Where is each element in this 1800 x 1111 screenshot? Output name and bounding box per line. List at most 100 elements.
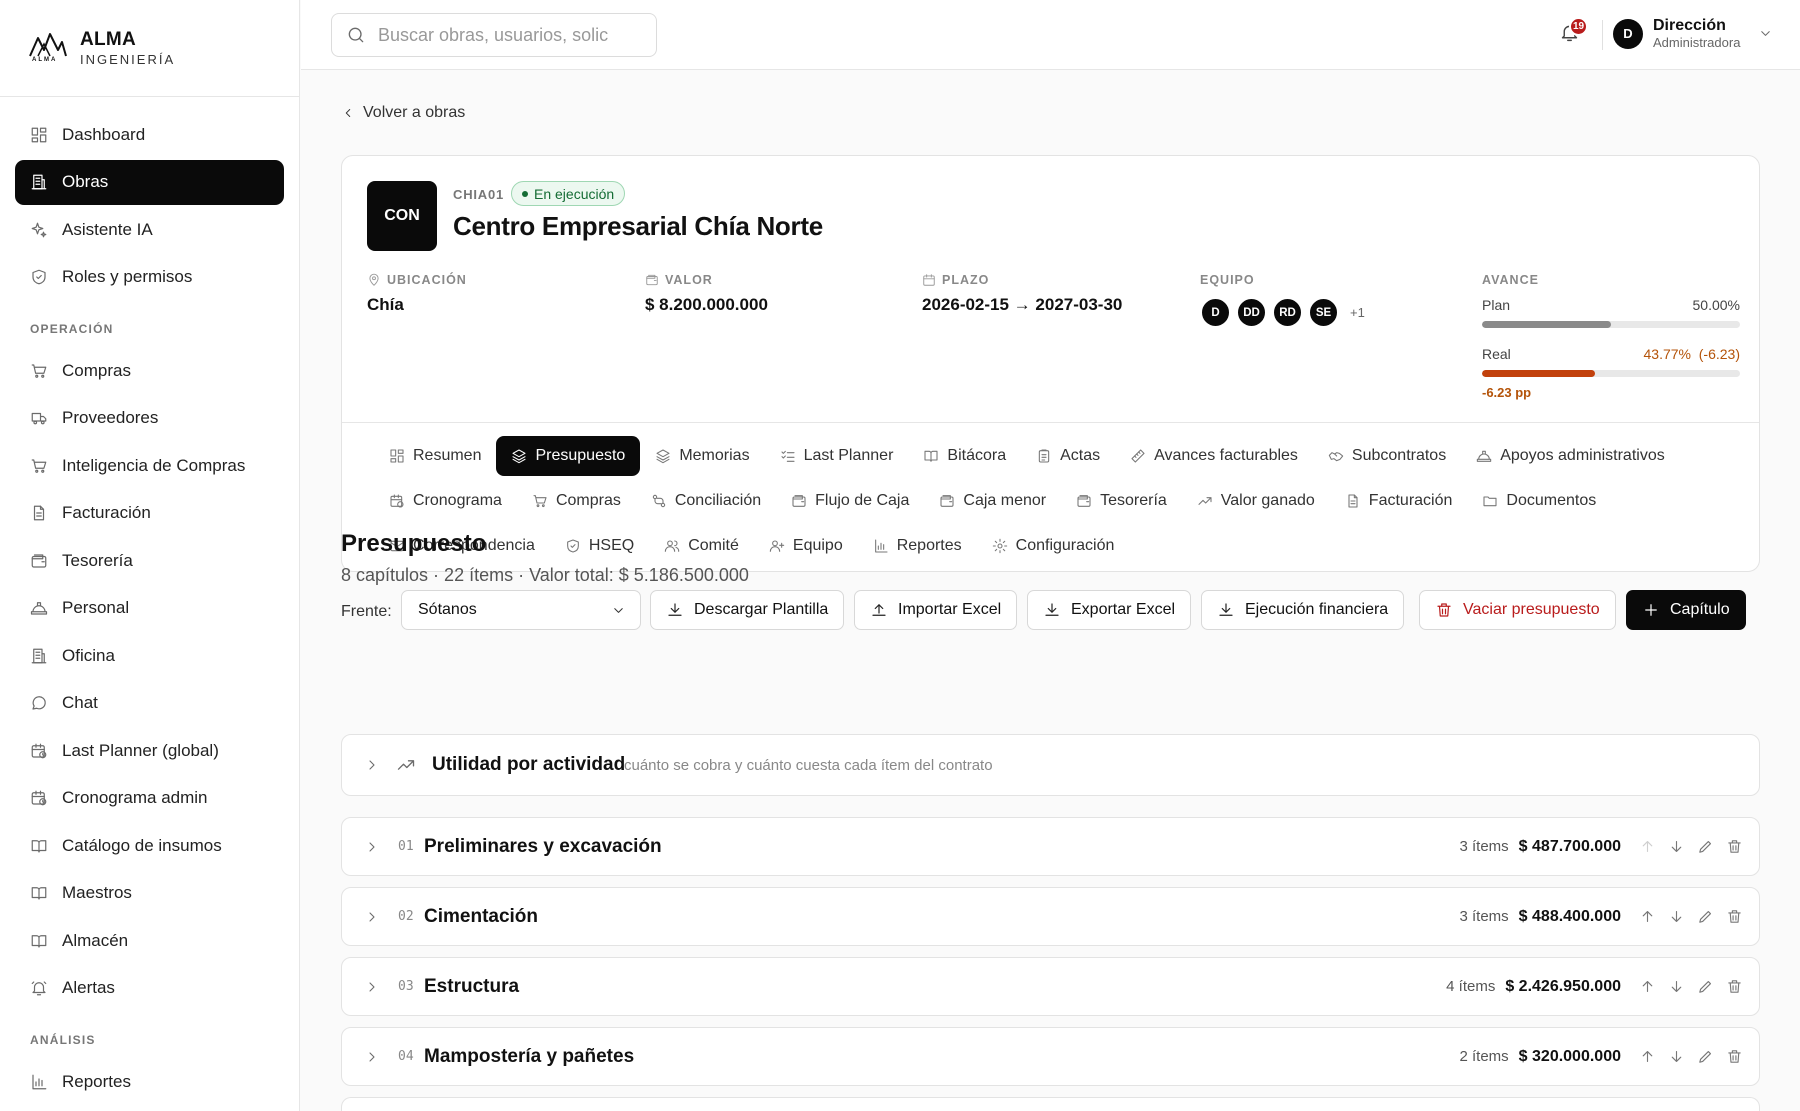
tab-facturacion[interactable]: Facturación bbox=[1330, 481, 1468, 521]
capitulo-row[interactable]: 01 Preliminares y excavación 3 ítems $ 4… bbox=[341, 817, 1760, 876]
user-menu[interactable]: D Dirección Administradora bbox=[1613, 17, 1773, 50]
avatar[interactable]: D bbox=[1200, 297, 1231, 328]
tab-caja-menor[interactable]: Caja menor bbox=[924, 481, 1061, 521]
tab-avances-facturables[interactable]: Avances facturables bbox=[1115, 436, 1313, 476]
sidebar-item-maestros[interactable]: Maestros bbox=[15, 871, 284, 916]
tab-conciliacion[interactable]: Conciliación bbox=[636, 481, 776, 521]
arrow-down-icon[interactable] bbox=[1668, 838, 1685, 855]
brand[interactable]: ALMA ALMA INGENIERÍA bbox=[0, 0, 299, 97]
team-more-count[interactable]: +1 bbox=[1350, 305, 1365, 320]
tab-compras[interactable]: Compras bbox=[517, 481, 636, 521]
sidebar-item-last-planner-global[interactable]: Last Planner (global) bbox=[15, 728, 284, 773]
edit-icon[interactable] bbox=[1697, 838, 1714, 855]
edit-icon[interactable] bbox=[1697, 978, 1714, 995]
notifications-button[interactable]: 19 bbox=[1559, 17, 1588, 43]
exportar-excel-button[interactable]: Exportar Excel bbox=[1027, 590, 1192, 630]
search-input[interactable] bbox=[378, 24, 638, 46]
arrow-up-icon[interactable] bbox=[1639, 978, 1656, 995]
status-dot-icon bbox=[522, 190, 528, 197]
sidebar-item-label: Personal bbox=[62, 598, 130, 617]
tab-comite[interactable]: Comité bbox=[649, 526, 754, 566]
chat-icon bbox=[32, 696, 46, 710]
brand-subtitle: INGENIERÍA bbox=[80, 52, 176, 67]
arrow-up-icon[interactable] bbox=[1639, 1048, 1656, 1065]
avatar[interactable]: RD bbox=[1272, 297, 1303, 328]
building-icon bbox=[31, 174, 47, 190]
capitulo-row[interactable]: 03 Estructura 4 ítems $ 2.426.950.000 bbox=[341, 957, 1760, 1016]
sidebar-item-chat[interactable]: Chat bbox=[15, 681, 284, 726]
importar-excel-button[interactable]: Importar Excel bbox=[854, 590, 1018, 630]
sidebar-item-facturacion[interactable]: Facturación bbox=[15, 491, 284, 536]
sidebar-item-roles[interactable]: Roles y permisos bbox=[15, 255, 284, 300]
chevron-down-icon bbox=[614, 607, 623, 613]
tab-actas[interactable]: Actas bbox=[1021, 436, 1115, 476]
arrow-up-icon[interactable] bbox=[1639, 908, 1656, 925]
sidebar-item-reportes[interactable]: Reportes bbox=[15, 1059, 284, 1104]
capitulo-row-partial[interactable] bbox=[341, 1097, 1760, 1111]
edit-icon[interactable] bbox=[1697, 908, 1714, 925]
frente-select[interactable]: Sótanos bbox=[401, 590, 641, 630]
sidebar-item-personal[interactable]: Personal bbox=[15, 586, 284, 631]
arrow-down-icon[interactable] bbox=[1668, 1048, 1685, 1065]
search-box[interactable] bbox=[331, 13, 657, 57]
sidebar-item-cronograma-admin[interactable]: Cronograma admin bbox=[15, 776, 284, 821]
tab-documentos[interactable]: Documentos bbox=[1467, 481, 1611, 521]
tab-last-planner[interactable]: Last Planner bbox=[765, 436, 909, 476]
tab-label: Documentos bbox=[1506, 491, 1597, 509]
tab-equipo[interactable]: Equipo bbox=[754, 526, 858, 566]
tab-hseq[interactable]: HSEQ bbox=[550, 526, 649, 566]
sidebar: ALMA ALMA INGENIERÍA Dashboard Obras Asi… bbox=[0, 0, 300, 1111]
back-to-obras-link[interactable]: Volver a obras bbox=[341, 104, 465, 122]
obra-header-card: CON CHIA01 En ejecución Centro Empresari… bbox=[341, 155, 1760, 572]
sidebar-item-asistente-ia[interactable]: Asistente IA bbox=[15, 207, 284, 252]
tab-configuracion[interactable]: Configuración bbox=[977, 526, 1130, 566]
meta-valor: VALOR $ 8.200.000.000 bbox=[645, 273, 768, 315]
capitulo-row[interactable]: 04 Mampostería y pañetes 2 ítems $ 320.0… bbox=[341, 1027, 1760, 1086]
arrow-down-icon[interactable] bbox=[1668, 978, 1685, 995]
tab-flujo-caja[interactable]: Flujo de Caja bbox=[776, 481, 924, 521]
tab-cronograma[interactable]: Cronograma bbox=[374, 481, 517, 521]
edit-icon[interactable] bbox=[1697, 1048, 1714, 1065]
descargar-plantilla-button[interactable]: Descargar Plantilla bbox=[650, 590, 845, 630]
tab-apoyos-administrativos[interactable]: Apoyos administrativos bbox=[1461, 436, 1680, 476]
trash-icon[interactable] bbox=[1726, 978, 1743, 995]
sidebar-item-inteligencia-compras[interactable]: Inteligencia de Compras bbox=[15, 443, 284, 488]
tab-label: Compras bbox=[555, 491, 621, 509]
bar-chart-icon bbox=[874, 538, 888, 553]
sidebar-item-almacen[interactable]: Almacén bbox=[15, 918, 284, 963]
tab-bitacora[interactable]: Bitácora bbox=[908, 436, 1021, 476]
arrow-down-icon[interactable] bbox=[1668, 908, 1685, 925]
ejecucion-financiera-button[interactable]: Ejecución financiera bbox=[1201, 590, 1405, 630]
sidebar-item-tesoreria[interactable]: Tesorería bbox=[15, 538, 284, 583]
tab-resumen[interactable]: Resumen bbox=[374, 436, 496, 476]
sidebar-item-obras[interactable]: Obras bbox=[15, 159, 284, 205]
notifications-count-badge: 19 bbox=[1569, 17, 1588, 36]
clipboard-icon bbox=[1038, 448, 1050, 463]
utilidad-panel[interactable]: Utilidad por actividad cuánto se cobra y… bbox=[341, 734, 1760, 796]
add-capitulo-button[interactable]: Capítulo bbox=[1626, 590, 1746, 630]
sidebar-item-proveedores[interactable]: Proveedores bbox=[15, 396, 284, 441]
sidebar-item-catalogo-insumos[interactable]: Catálogo de insumos bbox=[15, 823, 284, 868]
avatar[interactable]: DD bbox=[1236, 297, 1267, 328]
capitulo-row[interactable]: 02 Cimentación 3 ítems $ 488.400.000 bbox=[341, 887, 1760, 946]
trash-icon[interactable] bbox=[1726, 908, 1743, 925]
tab-reportes[interactable]: Reportes bbox=[858, 526, 977, 566]
tab-subcontratos[interactable]: Subcontratos bbox=[1313, 436, 1461, 476]
team-avatars[interactable]: D DD RD SE +1 bbox=[1200, 297, 1365, 328]
sidebar-item-alertas[interactable]: Alertas bbox=[15, 966, 284, 1011]
sidebar-item-oficina[interactable]: Oficina bbox=[15, 633, 284, 678]
tab-memorias[interactable]: Memorias bbox=[640, 436, 764, 476]
gear-icon bbox=[992, 538, 1007, 553]
sidebar-item-dashboard[interactable]: Dashboard bbox=[15, 112, 284, 157]
avatar[interactable]: SE bbox=[1308, 297, 1339, 328]
tab-presupuesto[interactable]: Presupuesto bbox=[496, 435, 641, 476]
vaciar-presupuesto-button[interactable]: Vaciar presupuesto bbox=[1419, 590, 1616, 630]
arrow-up-icon[interactable] bbox=[1639, 838, 1656, 855]
chevron-down-icon bbox=[1761, 31, 1771, 36]
trash-icon[interactable] bbox=[1726, 838, 1743, 855]
tab-valor-ganado[interactable]: Valor ganado bbox=[1182, 481, 1330, 521]
sidebar-item-compras[interactable]: Compras bbox=[15, 348, 284, 393]
tab-tesoreria[interactable]: Tesorería bbox=[1061, 481, 1182, 521]
trash-icon[interactable] bbox=[1726, 1048, 1743, 1065]
topbar: 19 D Dirección Administradora bbox=[301, 0, 1800, 70]
